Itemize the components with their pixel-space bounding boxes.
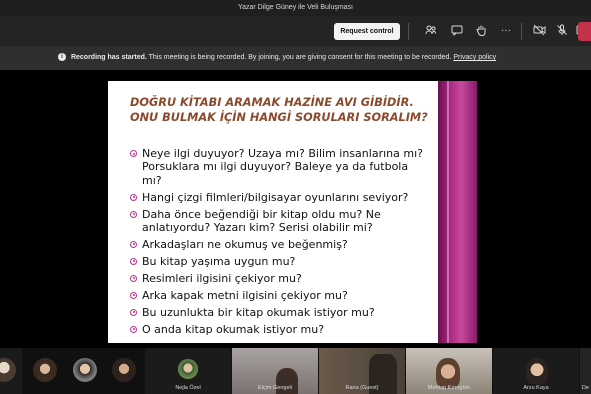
bullet-text: Bu kitap yaşıma uygun mu?	[142, 254, 296, 268]
shared-screen: DOĞRU KİTABI ARAMAK HAZİNE AVI GİBİDİR. …	[0, 70, 591, 348]
participant-name: Nejla Özel	[175, 385, 201, 391]
slide-bullet: Bu kitap yaşıma uygun mu?	[130, 255, 430, 268]
participant-name: Elçim Gengeli	[258, 385, 292, 391]
toolbar-divider	[521, 23, 522, 40]
slide-bullet: Hangi çizgi filmleri/bilgisayar oyunları…	[130, 191, 430, 204]
bullet-icon	[130, 150, 137, 157]
participant-tile[interactable]	[70, 348, 100, 394]
bullet-icon	[130, 274, 137, 282]
slide-bullet-list: Neye ilgi duyuyor? Uzaya mı? Bilim insan…	[130, 147, 430, 340]
bullet-icon	[130, 210, 137, 218]
bullet-text: Resimleri ilgisini çekiyor mu?	[142, 271, 302, 285]
toolbar-divider	[408, 23, 409, 40]
slide-bullet: O anda kitap okumak istiyor mu?	[130, 323, 430, 336]
leave-button[interactable]	[578, 22, 591, 41]
avatar	[178, 359, 198, 379]
mic-off-icon[interactable]	[555, 24, 569, 38]
participant-tile[interactable]: Mehtap Kırıngton	[406, 348, 492, 394]
avatar	[33, 358, 57, 382]
participant-tile[interactable]: Arzu Kaya	[493, 348, 579, 394]
avatar	[0, 358, 16, 382]
raise-hand-icon[interactable]	[474, 24, 488, 38]
bullet-icon	[130, 325, 137, 333]
camera-off-icon[interactable]	[532, 24, 546, 38]
recording-banner: i Recording has started. This meeting is…	[0, 46, 591, 70]
recording-title: Recording has started.	[70, 54, 147, 61]
bullet-text: Arka kapak metni ilgisini çekiyor mu?	[142, 288, 348, 302]
participant-tile[interactable]	[0, 348, 22, 394]
bullet-text: Arkadaşları ne okumuş ve beğenmiş?	[142, 237, 348, 251]
avatar	[73, 358, 97, 382]
info-icon: i	[58, 53, 66, 62]
participant-tile[interactable]	[30, 348, 60, 394]
participant-name: De	[582, 385, 590, 391]
slide-bullet: Resimleri ilgisini çekiyor mu?	[130, 272, 430, 285]
more-icon[interactable]: ···	[499, 24, 513, 38]
participant-tile[interactable]: Nejla Özel	[145, 348, 231, 394]
bullet-text: Hangi çizgi filmleri/bilgisayar oyunları…	[142, 190, 409, 204]
bullet-icon	[130, 308, 137, 316]
participant-tile[interactable]: Rana (Guest)	[319, 348, 405, 394]
bullet-icon	[130, 257, 137, 265]
slide-bullet: Daha önce beğendiği bir kitap oldu mu? N…	[130, 208, 430, 235]
people-icon[interactable]	[424, 24, 438, 38]
participant-tile[interactable]	[108, 348, 140, 394]
bullet-text: Neye ilgi duyuyor? Uzaya mı? Bilim insan…	[142, 147, 423, 187]
presentation-slide: DOĞRU KİTABI ARAMAK HAZİNE AVI GİBİDİR. …	[108, 81, 477, 343]
bullet-text: Bu uzunlukta bir kitap okumak istiyor mu…	[142, 305, 375, 319]
slide-bullet: Bu uzunlukta bir kitap okumak istiyor mu…	[130, 306, 430, 319]
bullet-icon	[130, 291, 137, 299]
slide-title-line: DOĞRU KİTABI ARAMAK HAZİNE AVI GİBİDİR.	[130, 96, 414, 109]
avatar	[112, 358, 136, 382]
bullet-text: Daha önce beğendiği bir kitap oldu mu? N…	[142, 207, 381, 234]
slide-bullet: Neye ilgi duyuyor? Uzaya mı? Bilim insan…	[130, 147, 430, 187]
bullet-text: O anda kitap okumak istiyor mu?	[142, 322, 325, 336]
participant-strip: Nejla Özel Elçim Gengeli Rana (Guest) Me…	[0, 348, 591, 394]
slide-bullet: Arkadaşları ne okumuş ve beğenmiş?	[130, 238, 430, 251]
slide-title: DOĞRU KİTABI ARAMAK HAZİNE AVI GİBİDİR. …	[130, 95, 430, 125]
participant-name: Arzu Kaya	[523, 385, 549, 391]
participant-tile[interactable]: De	[580, 348, 591, 394]
privacy-policy-link[interactable]: Privacy policy	[453, 54, 496, 61]
request-control-button[interactable]: Request control	[334, 23, 400, 40]
avatar	[436, 358, 460, 388]
chat-icon[interactable]	[450, 24, 464, 38]
meeting-toolbar: Request control ···	[0, 16, 591, 46]
window-title: Yazar Dilge Güney ile Veli Buluşması	[0, 0, 591, 16]
bullet-icon	[130, 240, 137, 248]
participant-name: Mehtap Kırıngton	[427, 385, 471, 391]
participant-tile[interactable]: Elçim Gengeli	[232, 348, 318, 394]
avatar	[526, 358, 548, 384]
slide-bullet: Arka kapak metni ilgisini çekiyor mu?	[130, 289, 430, 302]
recording-message: This meeting is being recorded. By joini…	[148, 54, 452, 61]
slide-decoration	[438, 81, 477, 343]
slide-title-line: ONU BULMAK İÇİN HANGİ SORULARI SORALIM?	[130, 111, 428, 124]
participant-name: Rana (Guest)	[345, 385, 379, 391]
bullet-icon	[130, 193, 137, 201]
